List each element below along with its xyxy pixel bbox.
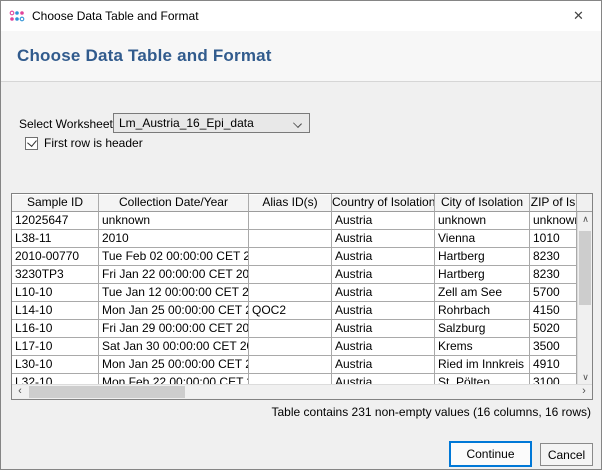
- table-row[interactable]: L38-112010 AustriaVienna1010: [12, 230, 577, 248]
- table-cell[interactable]: Mon Jan 25 00:00:00 CET 2010: [99, 302, 249, 320]
- table-cell[interactable]: 3500: [530, 338, 577, 356]
- cancel-button[interactable]: Cancel: [540, 443, 593, 466]
- table-row[interactable]: L17-10Sat Jan 30 00:00:00 CET 2010 Austri…: [12, 338, 577, 356]
- table-cell[interactable]: 8230: [530, 248, 577, 266]
- table-cell[interactable]: Ried im Innkreis: [435, 356, 530, 374]
- table-cell[interactable]: Hartberg: [435, 248, 530, 266]
- table-row[interactable]: L30-10Mon Jan 25 00:00:00 CET 2010 Austri…: [12, 356, 577, 374]
- table-cell[interactable]: Austria: [332, 230, 435, 248]
- first-row-header-option[interactable]: First row is header: [25, 136, 143, 150]
- table-cell[interactable]: 12025647: [12, 212, 99, 230]
- table-cell[interactable]: Austria: [332, 212, 435, 230]
- table-cell[interactable]: [249, 356, 332, 374]
- table-cell[interactable]: 8230: [530, 266, 577, 284]
- scroll-right-icon[interactable]: ›: [576, 385, 592, 400]
- table-cell[interactable]: Fri Jan 22 00:00:00 CET 2010: [99, 266, 249, 284]
- worksheet-select-label: Select Worksheet:: [19, 117, 116, 131]
- choose-data-table-dialog: Choose Data Table and Format ✕ Choose Da…: [0, 0, 602, 470]
- table-body: 12025647unknownAustriaunknownunknownL38-…: [12, 212, 577, 386]
- vertical-scrollbar[interactable]: ∧ ∨: [577, 212, 592, 386]
- table-cell[interactable]: [249, 230, 332, 248]
- table-cell[interactable]: L14-10: [12, 302, 99, 320]
- column-header[interactable]: Sample ID: [12, 194, 99, 212]
- close-icon[interactable]: ✕: [556, 1, 601, 30]
- table-cell[interactable]: Austria: [332, 320, 435, 338]
- table-cell[interactable]: Salzburg: [435, 320, 530, 338]
- table-cell[interactable]: 4910: [530, 356, 577, 374]
- first-row-header-label[interactable]: First row is header: [44, 136, 143, 150]
- table-row[interactable]: 2010-00770Tue Feb 02 00:00:00 CET 2010 Au…: [12, 248, 577, 266]
- table-cell[interactable]: 2010-00770: [12, 248, 99, 266]
- vertical-scrollbar-thumb[interactable]: [579, 231, 591, 305]
- dialog-heading-band: Choose Data Table and Format: [1, 31, 601, 82]
- table-cell[interactable]: Zell am See: [435, 284, 530, 302]
- table-cell[interactable]: 4150: [530, 302, 577, 320]
- table-cell[interactable]: Rohrbach: [435, 302, 530, 320]
- table-cell[interactable]: L16-10: [12, 320, 99, 338]
- continue-button[interactable]: Continue: [449, 441, 532, 467]
- data-preview-table: Sample IDCollection Date/YearAlias ID(s)…: [11, 193, 593, 400]
- table-cell[interactable]: Tue Feb 02 00:00:00 CET 2010: [99, 248, 249, 266]
- table-row[interactable]: L14-10Mon Jan 25 00:00:00 CET 2010QOC2Au…: [12, 302, 577, 320]
- table-cell[interactable]: 1010: [530, 230, 577, 248]
- table-cell[interactable]: Tue Jan 12 00:00:00 CET 2010: [99, 284, 249, 302]
- table-cell[interactable]: L30-10: [12, 356, 99, 374]
- column-header[interactable]: Alias ID(s): [249, 194, 332, 212]
- column-header[interactable]: ZIP of Is: [530, 194, 577, 212]
- column-header[interactable]: Collection Date/Year: [99, 194, 249, 212]
- table-cell[interactable]: unknown: [99, 212, 249, 230]
- column-header[interactable]: City of Isolation: [435, 194, 530, 212]
- table-row[interactable]: L16-10Fri Jan 29 00:00:00 CET 2010 Austri…: [12, 320, 577, 338]
- horizontal-scrollbar-thumb[interactable]: [29, 386, 185, 398]
- table-cell[interactable]: Mon Jan 25 00:00:00 CET 2010: [99, 356, 249, 374]
- first-row-header-checkbox[interactable]: [25, 137, 38, 150]
- title-bar[interactable]: Choose Data Table and Format ✕: [1, 1, 601, 31]
- window-title: Choose Data Table and Format: [32, 9, 199, 23]
- table-cell[interactable]: Austria: [332, 248, 435, 266]
- checkmark-icon: [27, 137, 37, 147]
- table-cell[interactable]: L38-11: [12, 230, 99, 248]
- table-cell[interactable]: [249, 320, 332, 338]
- table-cell[interactable]: Austria: [332, 302, 435, 320]
- table-cell[interactable]: [249, 266, 332, 284]
- scroll-up-icon[interactable]: ∧: [578, 212, 593, 228]
- table-cell[interactable]: L10-10: [12, 284, 99, 302]
- table-cell[interactable]: L17-10: [12, 338, 99, 356]
- table-cell[interactable]: [249, 338, 332, 356]
- table-row[interactable]: L10-10Tue Jan 12 00:00:00 CET 2010 Austri…: [12, 284, 577, 302]
- table-cell[interactable]: Sat Jan 30 00:00:00 CET 2010: [99, 338, 249, 356]
- table-cell[interactable]: QOC2: [249, 302, 332, 320]
- scroll-left-icon[interactable]: ‹: [12, 385, 28, 400]
- table-row[interactable]: 12025647unknownAustriaunknownunknown: [12, 212, 577, 230]
- app-dots-icon: [9, 8, 25, 24]
- table-cell[interactable]: Austria: [332, 284, 435, 302]
- table-cell[interactable]: 3230TP3: [12, 266, 99, 284]
- column-header[interactable]: Country of Isolation: [332, 194, 435, 212]
- table-cell[interactable]: [249, 212, 332, 230]
- table-header-corner: [577, 194, 592, 212]
- table-summary-status: Table contains 231 non-empty values (16 …: [272, 405, 592, 419]
- table-row[interactable]: 3230TP3Fri Jan 22 00:00:00 CET 2010 Austr…: [12, 266, 577, 284]
- table-cell[interactable]: 5700: [530, 284, 577, 302]
- page-title: Choose Data Table and Format: [17, 46, 272, 66]
- horizontal-scrollbar[interactable]: ‹ ›: [12, 384, 592, 399]
- table-cell[interactable]: unknown: [435, 212, 530, 230]
- table-cell[interactable]: Vienna: [435, 230, 530, 248]
- table-header-row: Sample IDCollection Date/YearAlias ID(s)…: [12, 194, 577, 212]
- table-cell[interactable]: Hartberg: [435, 266, 530, 284]
- worksheet-select[interactable]: Lm_Austria_16_Epi_data: [113, 113, 310, 133]
- table-cell[interactable]: Austria: [332, 338, 435, 356]
- table-cell[interactable]: 5020: [530, 320, 577, 338]
- table-cell[interactable]: 2010: [99, 230, 249, 248]
- chevron-down-icon: [293, 119, 302, 128]
- table-cell[interactable]: Krems: [435, 338, 530, 356]
- table-cell[interactable]: Austria: [332, 266, 435, 284]
- table-cell[interactable]: Austria: [332, 356, 435, 374]
- table-cell[interactable]: [249, 284, 332, 302]
- table-cell[interactable]: unknown: [530, 212, 577, 230]
- table-cell[interactable]: [249, 248, 332, 266]
- worksheet-selected-value: Lm_Austria_16_Epi_data: [119, 116, 254, 130]
- table-cell[interactable]: Fri Jan 29 00:00:00 CET 2010: [99, 320, 249, 338]
